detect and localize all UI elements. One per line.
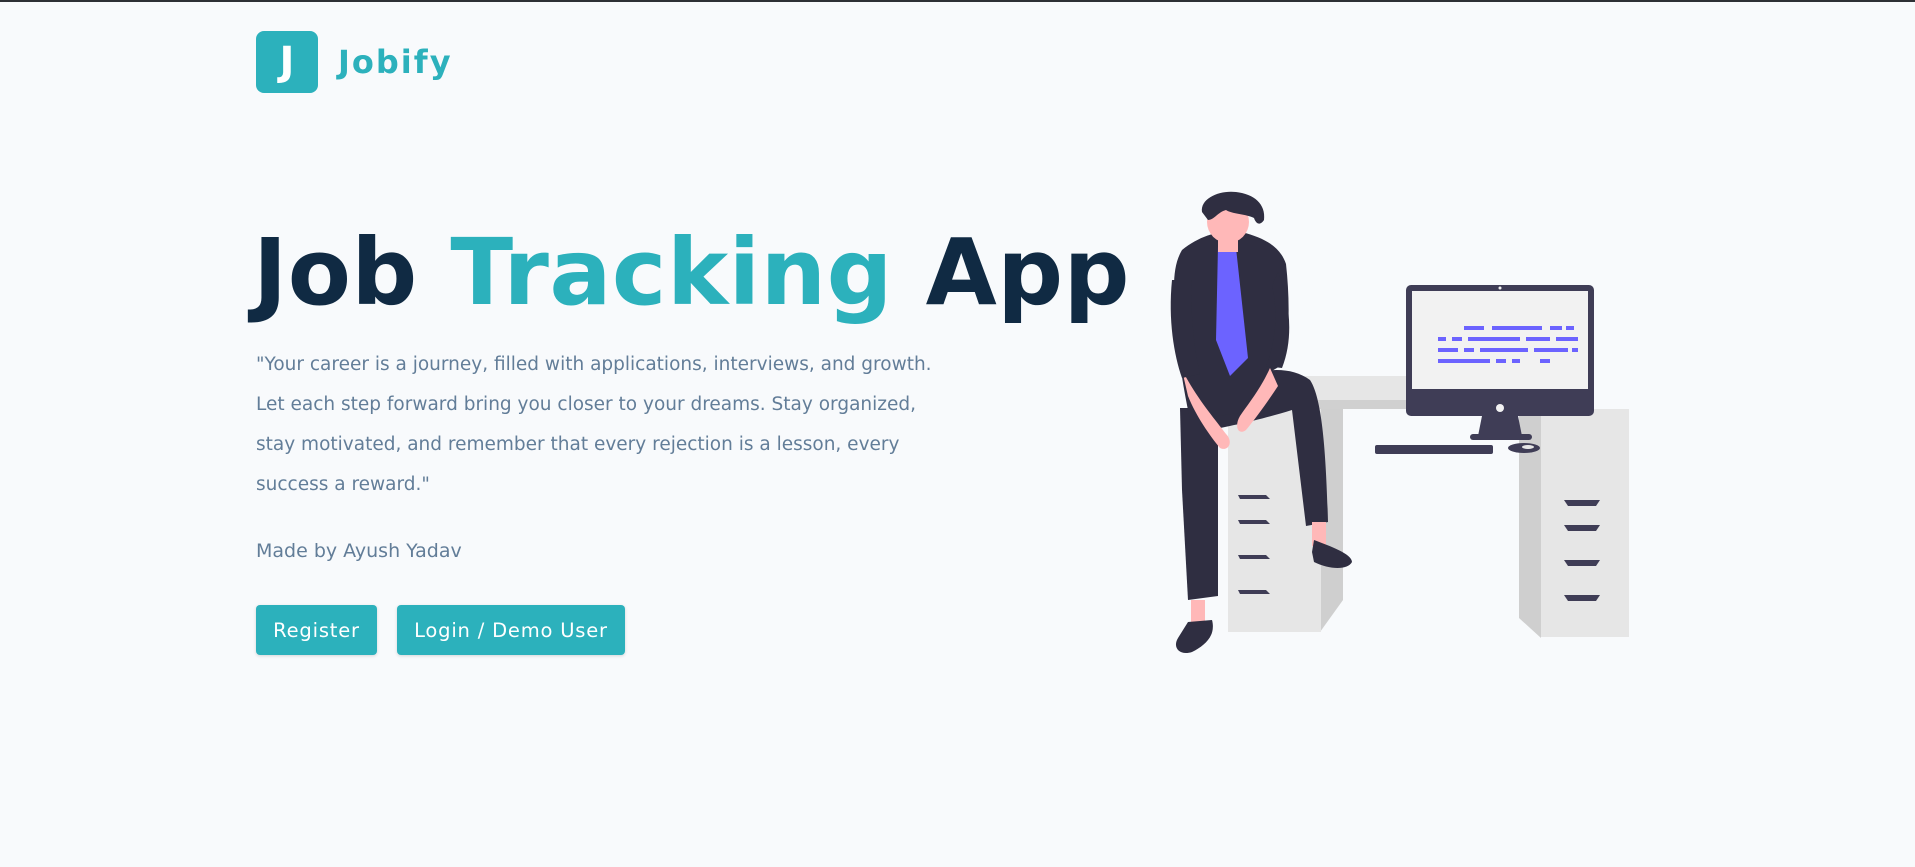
brand-name[interactable]: Jobify xyxy=(338,43,453,81)
hero-quote: "Your career is a journey, filled with a… xyxy=(256,354,932,495)
author-credit: Made by Ayush Yadav xyxy=(256,540,462,562)
login-demo-button[interactable]: Login / Demo User xyxy=(397,605,625,655)
page-title: Job Tracking App xyxy=(253,218,1130,328)
title-accent-tracking: Tracking xyxy=(450,219,894,326)
navbar: J Jobify xyxy=(256,31,453,93)
logo-icon[interactable]: J xyxy=(256,31,318,93)
top-border xyxy=(0,0,1915,2)
register-button[interactable]: Register xyxy=(256,605,377,655)
hero-illustration xyxy=(1170,191,1629,654)
title-part-app: App xyxy=(925,219,1130,326)
title-part-job: Job xyxy=(253,219,418,326)
